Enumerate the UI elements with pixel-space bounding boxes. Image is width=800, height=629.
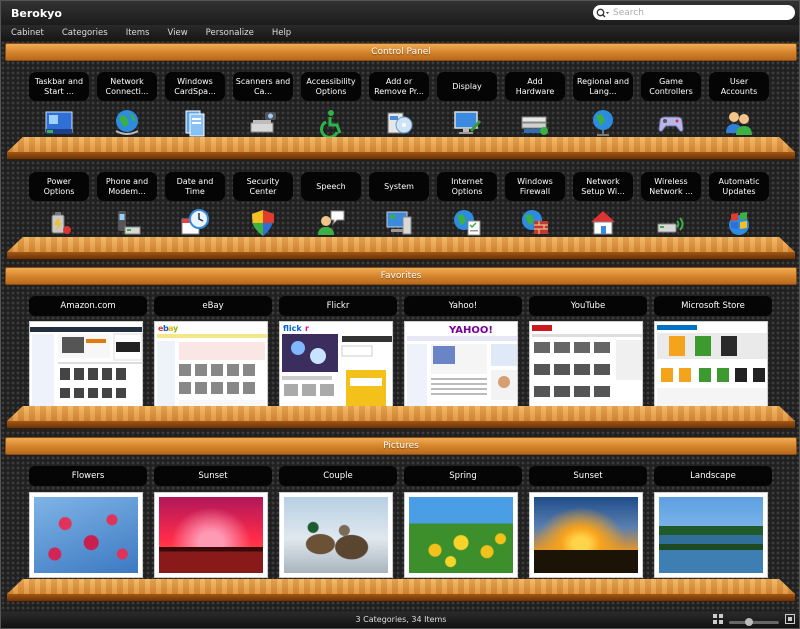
photo-thumbnail-sunset-2[interactable]	[529, 492, 643, 578]
section-header-pictures[interactable]: Pictures	[5, 437, 797, 455]
svg-text:YAHOO!: YAHOO!	[448, 325, 493, 336]
item-label[interactable]: Date and Time	[165, 172, 225, 201]
website-thumbnail-microsoft-store[interactable]	[654, 321, 768, 413]
item-label[interactable]: Internet Options	[437, 172, 497, 201]
fullscreen-icon[interactable]	[785, 614, 795, 628]
item-label[interactable]: Windows Firewall	[505, 172, 565, 201]
app-title: Berokyo	[11, 6, 62, 20]
item-label[interactable]: Phone and Modem...	[97, 172, 157, 201]
item-label[interactable]: Wireless Network ...	[641, 172, 701, 201]
item-label[interactable]: Game Controllers	[641, 72, 701, 101]
favorite-label[interactable]: Amazon.com	[29, 296, 147, 316]
website-thumbnail-yahoo[interactable]: YAHOO!	[404, 321, 518, 413]
svg-text:y: y	[173, 324, 179, 333]
svg-text:flick: flick	[283, 324, 302, 333]
photo-thumbnail-couple[interactable]	[279, 492, 393, 578]
item-label[interactable]: User Accounts	[709, 72, 769, 101]
website-thumbnail-flickr[interactable]: flick r	[279, 321, 393, 413]
section-header-control-panel[interactable]: Control Panel	[5, 43, 797, 61]
search-input[interactable]	[613, 7, 783, 18]
item-label[interactable]: Security Center	[233, 172, 293, 201]
title-bar: Berokyo	[1, 1, 799, 25]
zoom-slider[interactable]	[729, 617, 779, 626]
berokyo-window: Berokyo Cabinet Categories Items View Pe…	[0, 0, 800, 629]
item-label[interactable]: Windows CardSpa...	[165, 72, 225, 101]
favorites-labels-row: Amazon.com eBay Flickr Yahoo! YouTube Mi…	[29, 296, 779, 316]
menu-items[interactable]: Items	[126, 28, 150, 38]
status-controls	[713, 614, 795, 628]
status-text: 3 Categories, 34 Items	[355, 615, 447, 624]
wood-shelf	[7, 579, 795, 602]
photo-thumbnail-sunset-1[interactable]	[154, 492, 268, 578]
item-label[interactable]: Automatic Updates	[709, 172, 769, 201]
photo-thumbnail-landscape[interactable]	[654, 492, 768, 578]
zoom-slider-knob[interactable]	[745, 617, 753, 626]
favorite-label[interactable]: eBay	[154, 296, 272, 316]
favorites-thumbnails-row: ebay flick r YAHOO!	[29, 321, 779, 413]
website-thumbnail-ebay[interactable]: ebay	[154, 321, 268, 413]
picture-label[interactable]: Sunset	[529, 466, 647, 486]
item-label[interactable]: Scanners and Ca...	[233, 72, 293, 101]
favorite-label[interactable]: Flickr	[279, 296, 397, 316]
menu-personalize[interactable]: Personalize	[206, 28, 254, 38]
search-box[interactable]	[593, 5, 795, 20]
item-label[interactable]: Add Hardware	[505, 72, 565, 101]
picture-label[interactable]: Couple	[279, 466, 397, 486]
item-label[interactable]: Speech	[301, 172, 361, 201]
item-label[interactable]: System	[369, 172, 429, 201]
wood-shelf	[7, 237, 795, 260]
menu-categories[interactable]: Categories	[62, 28, 108, 38]
item-label[interactable]: Add or Remove Pr...	[369, 72, 429, 101]
grid-view-icon[interactable]	[713, 614, 723, 628]
wood-shelf	[7, 406, 795, 429]
picture-label[interactable]: Sunset	[154, 466, 272, 486]
wood-shelf	[7, 137, 795, 160]
item-label[interactable]: Network Connecti...	[97, 72, 157, 101]
picture-label[interactable]: Flowers	[29, 466, 147, 486]
favorite-label[interactable]: YouTube	[529, 296, 647, 316]
website-thumbnail-youtube[interactable]	[529, 321, 643, 413]
search-icon[interactable]	[593, 5, 613, 20]
control-panel-labels-row-1: Taskbar and Start ... Network Connecti..…	[29, 72, 777, 101]
photo-thumbnail-flowers[interactable]	[29, 492, 143, 578]
website-thumbnail-amazon[interactable]	[29, 321, 143, 413]
section-header-favorites[interactable]: Favorites	[5, 267, 797, 285]
item-label[interactable]: Network Setup Wi...	[573, 172, 633, 201]
item-label[interactable]: Display	[437, 72, 497, 101]
menu-view[interactable]: View	[167, 28, 187, 38]
pictures-labels-row: Flowers Sunset Couple Spring Sunset Land…	[29, 466, 779, 486]
picture-label[interactable]: Landscape	[654, 466, 772, 486]
control-panel-labels-row-2: Power Options Phone and Modem... Date an…	[29, 172, 777, 201]
svg-text:r: r	[305, 324, 309, 333]
picture-label[interactable]: Spring	[404, 466, 522, 486]
item-label[interactable]: Accessibility Options	[301, 72, 361, 101]
item-label[interactable]: Power Options	[29, 172, 89, 201]
status-bar: 3 Categories, 34 Items	[1, 612, 799, 628]
menu-cabinet[interactable]: Cabinet	[11, 28, 44, 38]
menu-bar: Cabinet Categories Items View Personaliz…	[1, 25, 799, 41]
item-label[interactable]: Regional and Lang...	[573, 72, 633, 101]
favorite-label[interactable]: Microsoft Store	[654, 296, 772, 316]
pictures-thumbnails-row	[29, 492, 779, 578]
photo-thumbnail-spring[interactable]	[404, 492, 518, 578]
menu-help[interactable]: Help	[272, 28, 291, 38]
item-label[interactable]: Taskbar and Start ...	[29, 72, 89, 101]
favorite-label[interactable]: Yahoo!	[404, 296, 522, 316]
